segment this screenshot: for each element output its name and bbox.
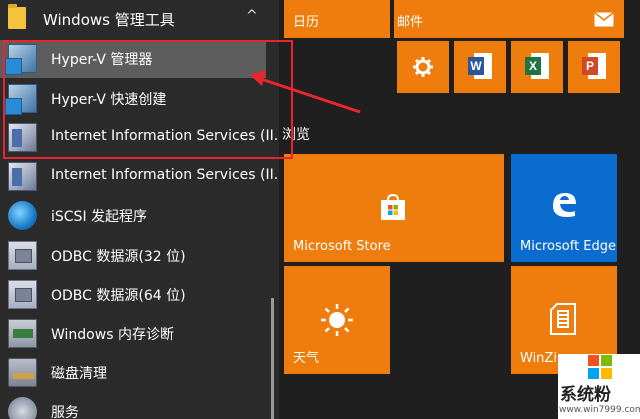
powerpoint-icon: P — [582, 53, 606, 79]
app-label: iSCSI 发起程序 — [51, 209, 148, 225]
app-label: 服务 — [51, 405, 79, 419]
app-label: ODBC 数据源(64 位) — [51, 288, 186, 304]
app-item-iis-manager-2[interactable]: Internet Information Services (II... — [0, 158, 287, 196]
app-item-odbc-32[interactable]: ODBC 数据源(32 位) — [0, 237, 266, 275]
word-icon: W — [468, 53, 492, 79]
watermark-brand: 系统粉 — [560, 385, 611, 405]
app-item-services[interactable]: 服务 — [0, 393, 266, 419]
microsoft-store-label: Microsoft Store — [293, 239, 391, 254]
microsoft-edge-tile[interactable]: Microsoft Edge — [511, 154, 617, 262]
store-icon — [381, 194, 405, 220]
app-label: Windows 内存诊断 — [51, 327, 174, 343]
edge-icon — [553, 193, 576, 217]
windows-logo-icon — [588, 355, 612, 379]
folder-windows-admin-tools[interactable]: Windows 管理工具 ^ — [0, 0, 279, 38]
calendar-label: 日历 — [293, 15, 320, 30]
odbc-icon — [8, 280, 37, 309]
app-item-odbc-64[interactable]: ODBC 数据源(64 位) — [0, 276, 266, 314]
app-label: Internet Information Services (II... — [51, 167, 288, 183]
excel-tile[interactable]: X — [511, 41, 563, 93]
services-icon — [8, 397, 37, 419]
watermark: 系统粉 www.win7999.com — [558, 354, 640, 419]
watermark-url: www.win7999.com — [559, 405, 640, 415]
mail-label: 邮件 — [397, 15, 424, 30]
iis-manager-icon — [8, 162, 37, 191]
app-item-iscsi-initiator[interactable]: iSCSI 发起程序 — [0, 197, 266, 235]
iscsi-initiator-icon — [8, 201, 37, 230]
settings-tile[interactable] — [397, 41, 449, 93]
sun-icon — [321, 304, 353, 336]
folder-icon — [8, 4, 26, 29]
folder-label: Windows 管理工具 — [43, 11, 175, 29]
microsoft-edge-label: Microsoft Edge — [520, 239, 617, 254]
gear-icon — [413, 57, 433, 77]
microsoft-store-tile[interactable]: Microsoft Store — [284, 154, 504, 262]
mail-icon — [594, 12, 614, 27]
scrollbar[interactable] — [271, 298, 274, 419]
powerpoint-tile[interactable]: P — [568, 41, 620, 93]
app-label: ODBC 数据源(32 位) — [51, 249, 186, 265]
calendar-tile[interactable]: 日历 — [284, 0, 390, 38]
app-item-memory-diagnostic[interactable]: Windows 内存诊断 — [0, 315, 266, 353]
winzip-icon — [550, 303, 576, 335]
mail-tile[interactable]: 邮件 — [394, 0, 624, 38]
chevron-up-icon[interactable]: ^ — [246, 8, 258, 24]
app-label: 磁盘清理 — [51, 366, 107, 382]
weather-tile[interactable]: 天气 — [284, 266, 390, 374]
app-item-disk-cleanup[interactable]: 磁盘清理 — [0, 354, 266, 392]
memory-diagnostic-icon — [8, 319, 37, 348]
weather-label: 天气 — [293, 351, 320, 366]
word-tile[interactable]: W — [454, 41, 506, 93]
excel-icon: X — [525, 53, 549, 79]
annotation-highlight-box — [3, 40, 293, 159]
odbc-icon — [8, 241, 37, 270]
disk-cleanup-icon — [8, 358, 37, 387]
